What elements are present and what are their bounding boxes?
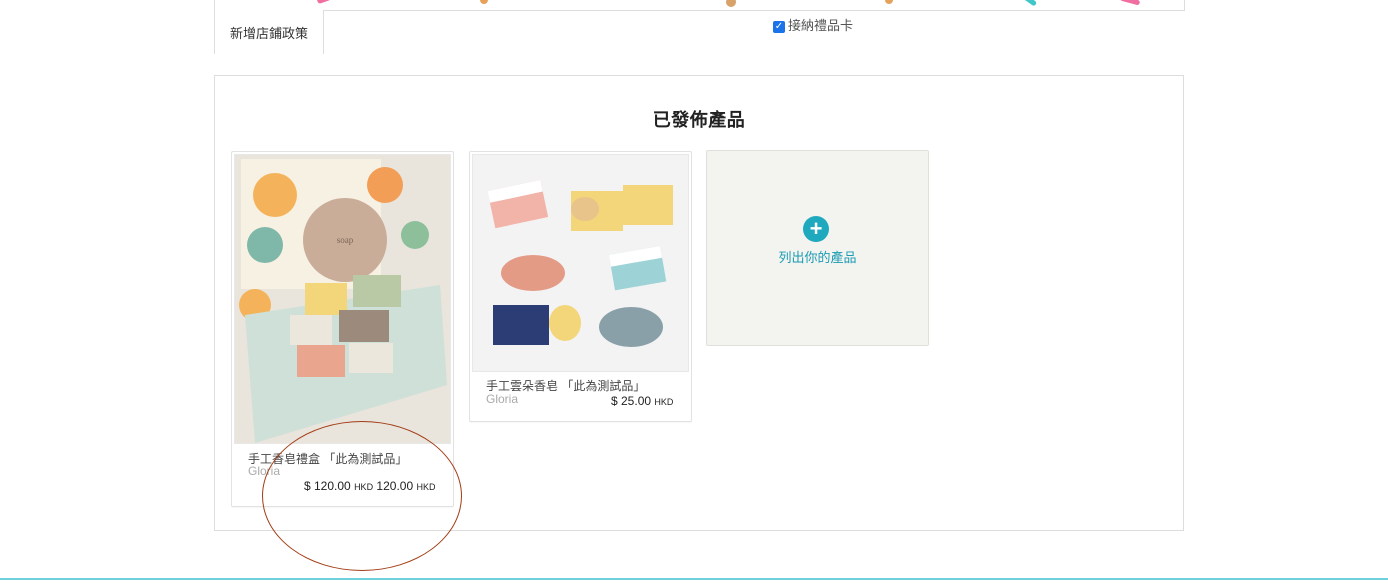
price-currency: HKD	[354, 482, 374, 492]
list-your-product-label: 列出你的產品	[778, 250, 857, 265]
confetti-decoration	[726, 0, 736, 7]
product-price: $ 120.00 HKD 120.00 HKD	[304, 479, 435, 493]
confetti-decoration	[1119, 0, 1141, 6]
price-currency-secondary: HKD	[416, 482, 436, 492]
accept-gift-card-option[interactable]: ✓ 接納禮品卡	[773, 15, 853, 34]
product-seller: Gloria	[486, 392, 519, 406]
confetti-decoration	[885, 0, 893, 4]
confetti-decoration	[480, 0, 488, 4]
add-shop-policy-label: 新增店鋪政策	[229, 25, 308, 41]
list-your-product-button[interactable]: + 列出你的產品	[706, 150, 929, 346]
soap-gift-box-image: soap	[235, 155, 450, 443]
price-amount: $ 120.00	[304, 479, 351, 493]
product-image	[472, 154, 689, 372]
product-card[interactable]: 手工雲朵香皂 「此為測試品」 Gloria $ 25.00 HKD	[469, 151, 692, 422]
gift-card-label: 接納禮品卡	[788, 18, 854, 33]
product-image: soap	[234, 154, 451, 444]
product-card[interactable]: soap 手工香皂禮盒 「此為測試品」 Gloria $ 120.00 HKD …	[231, 151, 454, 507]
plus-circle-icon: +	[803, 216, 829, 242]
gift-card-checkbox[interactable]: ✓	[773, 20, 785, 33]
footer-divider	[0, 578, 1388, 580]
shop-banner	[214, 0, 1185, 11]
svg-text:soap: soap	[337, 235, 354, 245]
published-products-title: 已發佈產品	[652, 110, 746, 130]
confetti-decoration	[1022, 0, 1038, 7]
price-currency: HKD	[654, 397, 674, 407]
confetti-decoration	[316, 0, 332, 5]
cloud-soap-image	[473, 155, 688, 371]
published-products-panel: 已發佈產品 soap 手工香皂禮盒 「此為測試品」 Gloria $ 120.0…	[214, 75, 1184, 531]
add-shop-policy-tab[interactable]: 新增店鋪政策	[214, 10, 324, 54]
product-seller: Gloria	[248, 464, 281, 478]
price-amount: $ 25.00	[611, 394, 652, 408]
price-amount-secondary: 120.00	[376, 479, 414, 493]
product-price: $ 25.00 HKD	[611, 394, 673, 408]
